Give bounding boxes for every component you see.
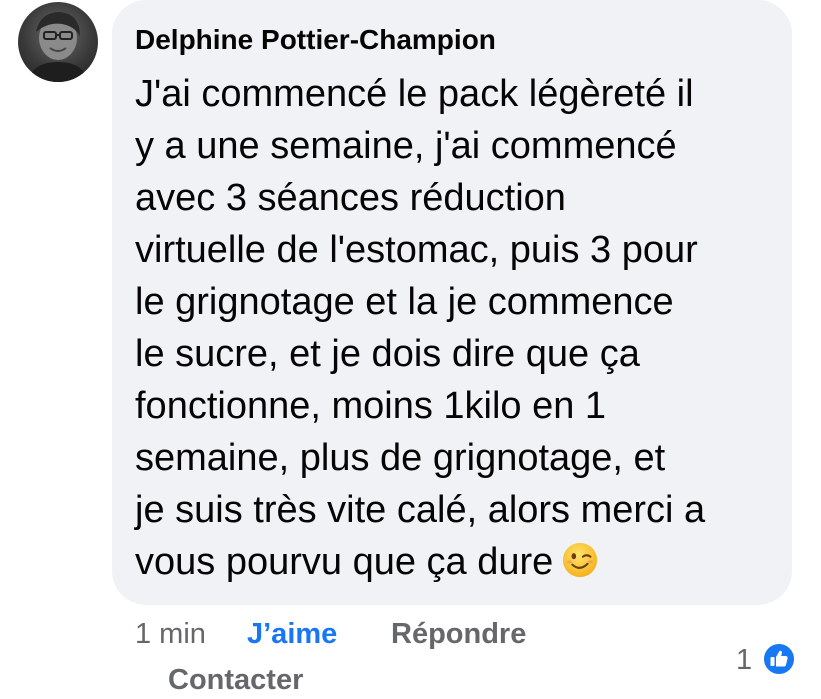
comment-text-line: semaine, plus de grignotage, et (135, 437, 666, 479)
comment-timestamp[interactable]: 1 min (135, 618, 206, 651)
comment-text-line: je suis très vite calé, alors merci a (135, 489, 706, 531)
comment-text-line: y a une semaine, j'ai commencé (135, 125, 677, 167)
comment-text-last-line: vous pourvu que ça dure (135, 536, 785, 588)
comment-text-line: avec 3 séances réduction (135, 177, 566, 219)
comment-text-line: vous pourvu que ça dure (135, 541, 554, 583)
comment-text-line: le sucre, et je dois dire que ça (135, 333, 640, 375)
comment-text-line: J'ai commencé le pack légèreté il (135, 73, 694, 115)
comment-text-line: fonctionne, moins 1kilo en 1 (135, 385, 607, 427)
comment-text: J'ai commencé le pack légèreté il y a un… (135, 68, 785, 588)
avatar-photo (28, 12, 88, 82)
avatar[interactable] (18, 2, 98, 82)
reply-button[interactable]: Répondre (391, 618, 526, 651)
contact-button[interactable]: Contacter (168, 664, 303, 697)
like-thumbs-up-icon (762, 642, 796, 676)
comment-text-line: virtuelle de l'estomac, puis 3 pour (135, 229, 698, 271)
winking-face-emoji (563, 542, 598, 578)
comment-container: Delphine Pottier-Champion J'ai commencé … (0, 0, 821, 699)
reaction-count: 1 (736, 644, 753, 676)
comment-text-line: le grignotage et la je commence (135, 281, 674, 323)
like-button[interactable]: J’aime (247, 618, 337, 651)
comment-author-name[interactable]: Delphine Pottier-Champion (135, 24, 496, 56)
